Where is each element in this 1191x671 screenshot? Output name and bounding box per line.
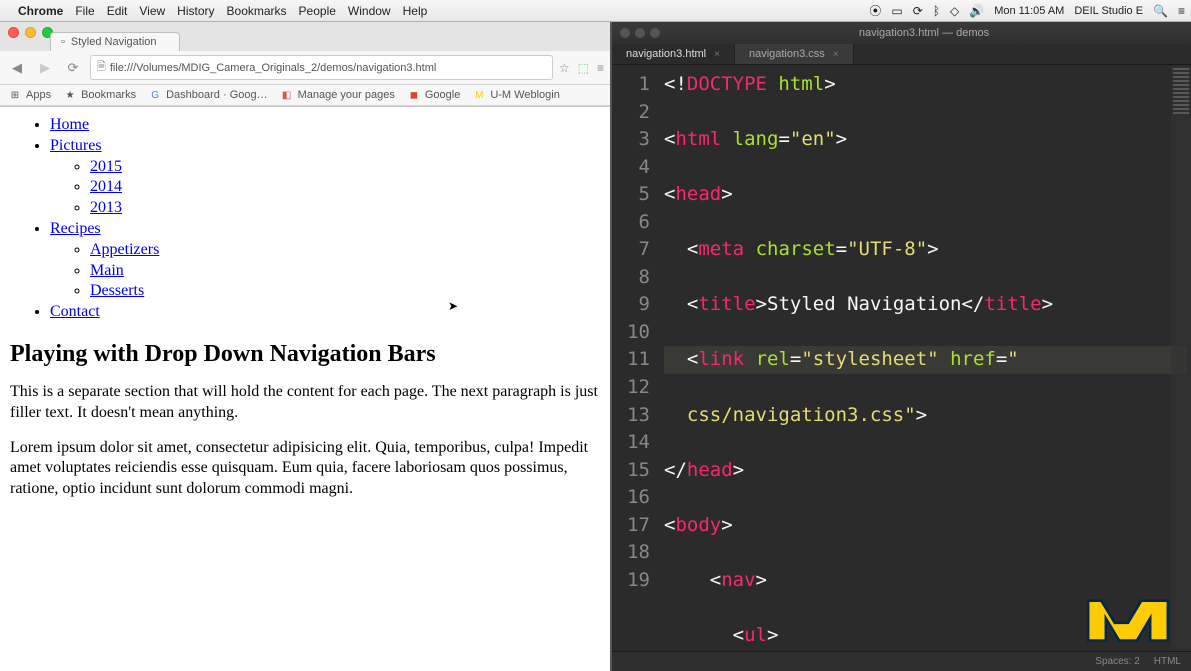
menu-help[interactable]: Help bbox=[403, 4, 428, 18]
close-icon[interactable]: × bbox=[833, 49, 839, 60]
nav-sublink[interactable]: 2015 bbox=[90, 158, 122, 175]
location-icon[interactable]: ⦿ bbox=[869, 2, 881, 19]
page-icon: 🗎 bbox=[97, 58, 106, 77]
menu-window[interactable]: Window bbox=[348, 4, 391, 18]
code-line[interactable]: <head> bbox=[664, 181, 1187, 209]
editor-window-title: navigation3.html — demos bbox=[665, 27, 1183, 39]
back-button[interactable]: ◀ bbox=[6, 58, 28, 78]
editor-tabstrip: navigation3.html × navigation3.css × bbox=[612, 44, 1191, 65]
extension-icon[interactable]: ⬚ bbox=[578, 61, 589, 75]
code-content[interactable]: <!DOCTYPE html> <html lang="en"> <head> … bbox=[660, 65, 1191, 651]
code-line[interactable]: <body> bbox=[664, 512, 1187, 540]
nav-sublink[interactable]: Main bbox=[90, 262, 124, 279]
code-line[interactable]: <title>Styled Navigation</title> bbox=[664, 291, 1187, 319]
browser-window: ▫ Styled Navigation ◀ ▶ ⟳ 🗎 file:///Volu… bbox=[0, 22, 612, 671]
tab-title: Styled Navigation bbox=[71, 36, 157, 48]
menu-extra-icon[interactable]: ≡ bbox=[1178, 4, 1185, 18]
code-line[interactable]: <!DOCTYPE html> bbox=[664, 71, 1187, 99]
bookmarks-bar: ⊞Apps ★Bookmarks GDashboard · Goog… ◧Man… bbox=[0, 85, 610, 106]
page-heading: Playing with Drop Down Navigation Bars bbox=[10, 341, 600, 368]
menu-file[interactable]: File bbox=[75, 4, 94, 18]
apps-button[interactable]: ⊞Apps bbox=[8, 88, 51, 102]
bookmark-item[interactable]: GDashboard · Goog… bbox=[148, 88, 268, 102]
bookmark-item[interactable]: ◼Google bbox=[407, 88, 460, 102]
address-bar[interactable]: 🗎 file:///Volumes/MDIG_Camera_Originals_… bbox=[90, 55, 553, 80]
hamburger-icon[interactable]: ≡ bbox=[597, 61, 604, 75]
wifi-icon[interactable]: ◇ bbox=[950, 4, 959, 18]
nav-sublink[interactable]: 2014 bbox=[90, 178, 122, 195]
close-window-button[interactable] bbox=[8, 27, 19, 38]
page-paragraph: This is a separate section that will hol… bbox=[10, 382, 600, 424]
editor-minimize-button[interactable] bbox=[635, 28, 645, 38]
sync-icon[interactable]: ⟳ bbox=[913, 4, 923, 18]
menu-bookmarks[interactable]: Bookmarks bbox=[227, 4, 287, 18]
editor-close-button[interactable] bbox=[620, 28, 630, 38]
menu-edit[interactable]: Edit bbox=[107, 4, 128, 18]
display-icon[interactable]: ▭ bbox=[891, 4, 902, 18]
michigan-logo bbox=[1083, 583, 1173, 645]
code-editor[interactable]: 12345678910111213141516171819 <!DOCTYPE … bbox=[612, 65, 1191, 651]
bookmark-item[interactable]: ◧Manage your pages bbox=[280, 88, 395, 102]
code-line[interactable]: <meta charset="UTF-8"> bbox=[664, 236, 1187, 264]
status-lang[interactable]: HTML bbox=[1154, 656, 1181, 667]
url-text: file:///Volumes/MDIG_Camera_Originals_2/… bbox=[110, 62, 436, 74]
minimap[interactable] bbox=[1171, 66, 1191, 649]
cursor-icon: ➤ bbox=[448, 299, 458, 314]
bookmark-item[interactable]: MU-M Weblogin bbox=[472, 88, 560, 102]
menu-app-name[interactable]: Chrome bbox=[18, 4, 63, 18]
code-line[interactable]: <html lang="en"> bbox=[664, 126, 1187, 154]
bookmark-item[interactable]: ★Bookmarks bbox=[63, 88, 136, 102]
nav-sublink[interactable]: Desserts bbox=[90, 282, 144, 299]
close-icon[interactable]: × bbox=[714, 49, 720, 60]
nav-list: Home Pictures 2015 2014 2013 Recipes App… bbox=[10, 115, 600, 323]
nav-link-pictures[interactable]: Pictures bbox=[50, 137, 102, 154]
tab-favicon: ▫ bbox=[61, 36, 65, 48]
editor-statusbar: Spaces: 2 HTML bbox=[612, 651, 1191, 671]
code-line[interactable]: css/navigation3.css"> bbox=[664, 402, 1187, 430]
menu-view[interactable]: View bbox=[139, 4, 165, 18]
nav-link-recipes[interactable]: Recipes bbox=[50, 220, 101, 237]
reload-button[interactable]: ⟳ bbox=[62, 58, 84, 78]
code-line[interactable]: </head> bbox=[664, 457, 1187, 485]
volume-icon[interactable]: 🔊 bbox=[969, 4, 984, 18]
page-content: Home Pictures 2015 2014 2013 Recipes App… bbox=[0, 107, 610, 671]
menubar-user[interactable]: DEIL Studio E bbox=[1074, 5, 1143, 17]
menu-people[interactable]: People bbox=[299, 4, 336, 18]
minimize-window-button[interactable] bbox=[25, 27, 36, 38]
code-line[interactable]: <link rel="stylesheet" href=" bbox=[664, 346, 1187, 374]
editor-zoom-button[interactable] bbox=[650, 28, 660, 38]
nav-sublink[interactable]: Appetizers bbox=[90, 241, 159, 258]
mac-menubar: Chrome File Edit View History Bookmarks … bbox=[0, 0, 1191, 22]
editor-tab[interactable]: navigation3.html × bbox=[612, 44, 735, 64]
status-spaces[interactable]: Spaces: 2 bbox=[1095, 656, 1139, 667]
line-gutter: 12345678910111213141516171819 bbox=[612, 65, 660, 651]
page-paragraph: Lorem ipsum dolor sit amet, consectetur … bbox=[10, 438, 600, 500]
editor-window: navigation3.html — demos navigation3.htm… bbox=[612, 22, 1191, 671]
spotlight-icon[interactable]: 🔍 bbox=[1153, 4, 1168, 18]
browser-tab[interactable]: ▫ Styled Navigation bbox=[50, 32, 180, 51]
nav-link-home[interactable]: Home bbox=[50, 116, 89, 133]
editor-tab[interactable]: navigation3.css × bbox=[735, 44, 854, 64]
forward-button[interactable]: ▶ bbox=[34, 58, 56, 78]
menu-history[interactable]: History bbox=[177, 4, 214, 18]
star-icon[interactable]: ☆ bbox=[559, 61, 570, 75]
nav-sublink[interactable]: 2013 bbox=[90, 199, 122, 216]
menubar-time[interactable]: Mon 11:05 AM bbox=[994, 5, 1064, 17]
bluetooth-icon[interactable]: ᛒ bbox=[933, 4, 940, 18]
nav-link-contact[interactable]: Contact bbox=[50, 303, 100, 320]
